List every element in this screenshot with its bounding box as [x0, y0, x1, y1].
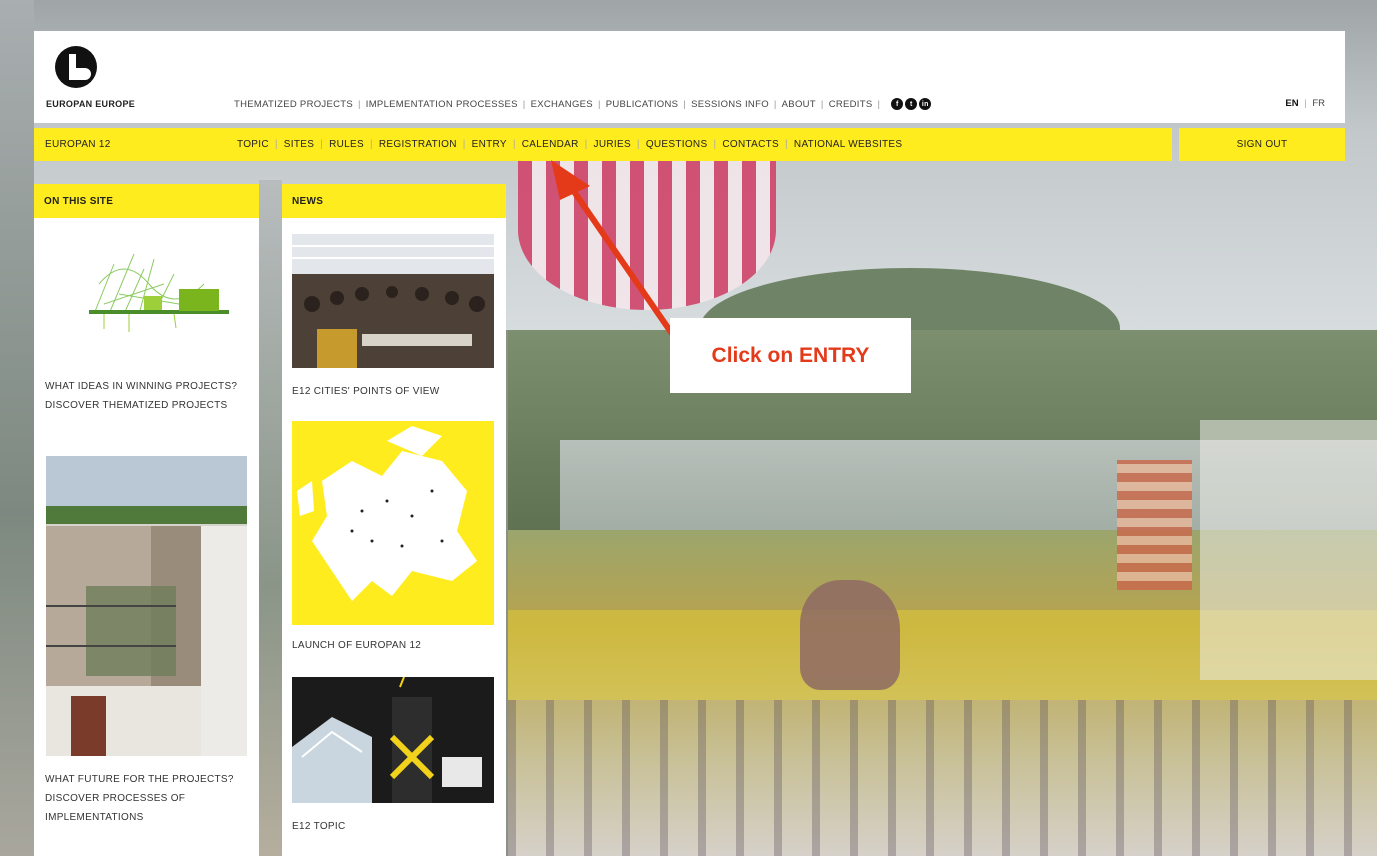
lang-fr[interactable]: FR: [1312, 98, 1325, 109]
brand-name[interactable]: EUROPAN EUROPE: [46, 99, 135, 109]
site-nav-bar: EUROPAN 12 TOPIC | SITES | RULES | REGISTRA…: [34, 128, 1172, 161]
topic-image[interactable]: [292, 677, 494, 803]
nav-credits[interactable]: CREDITS: [829, 99, 873, 110]
on-this-site-heading: ON THIS SITE: [34, 184, 259, 218]
facebook-icon[interactable]: f: [891, 98, 904, 110]
on-this-site-panel: ON THIS SITE WHAT IDEAS IN WINNING PROJE…: [34, 184, 259, 856]
lang-separator: |: [1304, 98, 1307, 109]
linkedin-icon[interactable]: in: [919, 98, 932, 110]
menu-topic[interactable]: TOPIC: [237, 139, 269, 150]
nav-about[interactable]: ABOUT: [782, 99, 816, 110]
menu-contacts[interactable]: CONTACTS: [722, 139, 779, 150]
menu-questions[interactable]: QUESTIONS: [646, 139, 708, 150]
nav-thematized-projects[interactable]: THEMATIZED PROJECTS: [234, 99, 353, 110]
annotation-callout: Click on ENTRY: [670, 318, 911, 393]
menu-registration[interactable]: REGISTRATION: [379, 139, 457, 150]
conference-photo-image[interactable]: [292, 234, 494, 368]
language-switcher: EN | FR: [1285, 98, 1325, 109]
site-header: EUROPAN EUROPE THEMATIZED PROJECTS | IMPL…: [34, 31, 1345, 123]
nav-exchanges[interactable]: EXCHANGES: [531, 99, 593, 110]
implementation-house-image[interactable]: [46, 456, 247, 756]
thematized-projects-caption[interactable]: WHAT IDEAS IN WINNING PROJECTS? DISCOVER…: [45, 377, 245, 415]
europe-map-image[interactable]: [292, 421, 494, 625]
menu-juries[interactable]: JURIES: [594, 139, 631, 150]
news-panel: NEWS E12 CITIES' POINTS OF VIEW LAUNCH O…: [282, 184, 506, 856]
implementation-processes-caption[interactable]: WHAT FUTURE FOR THE PROJECTS? DISCOVER P…: [45, 770, 245, 827]
news-launch-caption[interactable]: LAUNCH OF EUROPAN 12: [292, 636, 496, 655]
nav-publications[interactable]: PUBLICATIONS: [606, 99, 679, 110]
site-menu: TOPIC | SITES | RULES | REGISTRATION | ENTRY…: [237, 139, 903, 150]
lang-en[interactable]: EN: [1285, 98, 1298, 109]
menu-national-websites[interactable]: NATIONAL WEBSITES: [794, 139, 902, 150]
menu-rules[interactable]: RULES: [329, 139, 364, 150]
top-nav: THEMATIZED PROJECTS | IMPLEMENTATION PROC…: [234, 98, 932, 110]
europan-logo-icon[interactable]: [54, 45, 98, 89]
twitter-icon[interactable]: t: [905, 98, 918, 110]
menu-entry[interactable]: ENTRY: [472, 139, 507, 150]
menu-calendar[interactable]: CALENDAR: [522, 139, 579, 150]
site-name[interactable]: EUROPAN 12: [45, 139, 111, 150]
news-heading: NEWS: [282, 184, 506, 218]
nav-sessions-info[interactable]: SESSIONS INFO: [691, 99, 769, 110]
nav-implementation-processes[interactable]: IMPLEMENTATION PROCESSES: [366, 99, 518, 110]
social-links: f t in: [891, 98, 932, 110]
sign-out-button[interactable]: SIGN OUT: [1179, 128, 1345, 161]
menu-sites[interactable]: SITES: [284, 139, 314, 150]
landscape-project-image[interactable]: [84, 244, 234, 334]
news-topic-caption[interactable]: E12 TOPIC: [292, 817, 496, 836]
news-cities-caption[interactable]: E12 CITIES' POINTS OF VIEW: [292, 382, 496, 401]
